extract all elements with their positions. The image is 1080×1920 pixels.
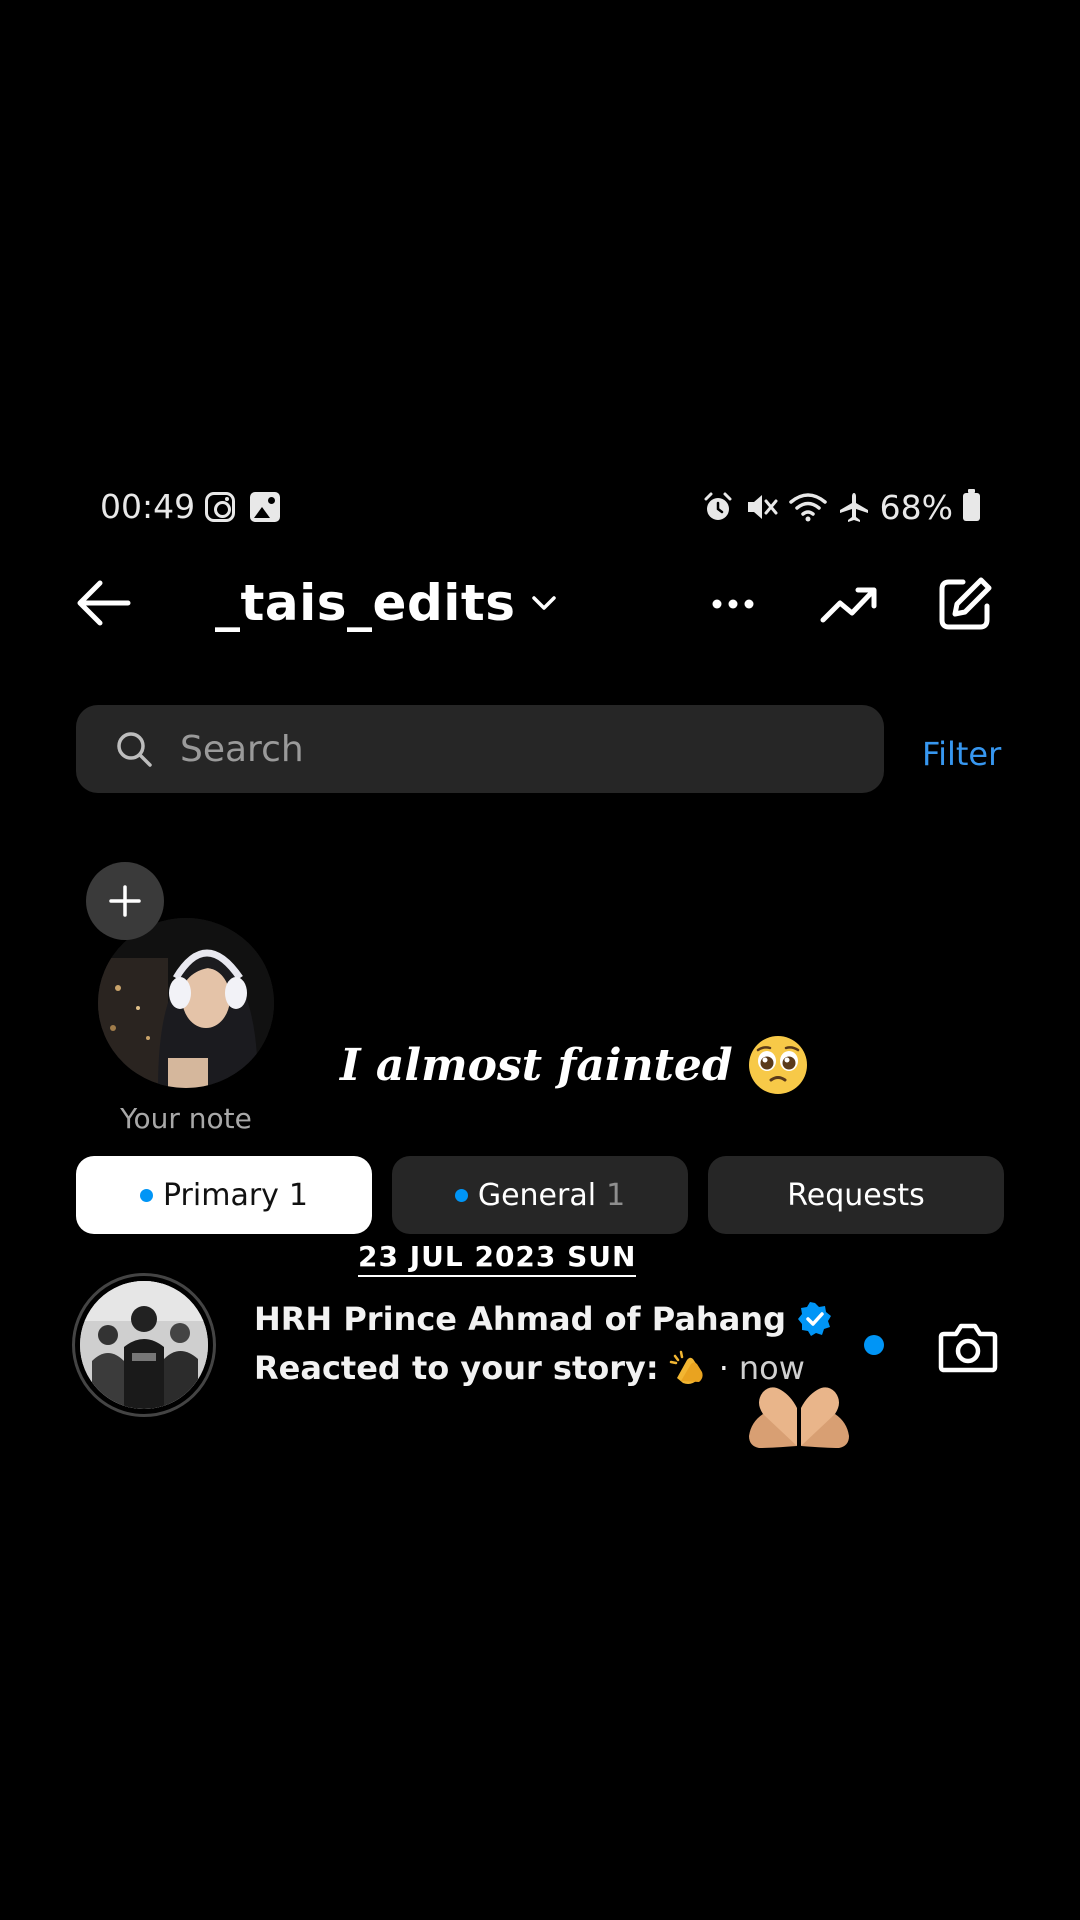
search-icon [117, 732, 152, 767]
status-time: 00:49 [100, 487, 196, 526]
add-note-button[interactable] [86, 862, 164, 940]
caption-text: I almost fainted [340, 1039, 733, 1091]
unread-indicator [864, 1335, 884, 1355]
chevron-down-icon [531, 596, 556, 610]
note-avatar[interactable] [98, 918, 274, 1088]
separator: · [718, 1349, 729, 1387]
camera-icon[interactable] [938, 1320, 998, 1374]
note-label: Your note [120, 1102, 252, 1135]
unread-dot [454, 1188, 468, 1202]
avatar-image [80, 1281, 208, 1409]
tab-label: Requests [787, 1177, 925, 1213]
heart-hands-emoji [749, 1387, 849, 1448]
verified-badge-icon [797, 1302, 831, 1336]
compose-icon [939, 577, 992, 630]
instagram-icon [205, 492, 235, 522]
avatar [72, 1273, 216, 1417]
alarm-icon [704, 492, 732, 520]
back-arrow-icon[interactable] [74, 578, 132, 628]
search-bar[interactable] [76, 705, 884, 793]
gallery-icon [250, 492, 280, 522]
page-title: _tais_edits [215, 574, 516, 632]
account-switcher[interactable]: _tais_edits [215, 568, 558, 638]
tab-count: 1 [606, 1177, 626, 1213]
overlay-caption: I almost fainted [340, 1030, 809, 1100]
tab-general[interactable]: General 1 [392, 1156, 688, 1234]
avatar-image [98, 918, 274, 1088]
tab-requests[interactable]: Requests [708, 1156, 1004, 1234]
tab-label: General [477, 1177, 597, 1213]
airplane-icon [839, 493, 868, 522]
message-preview: Reacted to your story: [254, 1349, 659, 1387]
more-button[interactable] [704, 575, 762, 633]
battery-percent: 68% [879, 487, 953, 527]
plus-icon [109, 885, 141, 917]
battery-icon [963, 489, 980, 521]
clapping-hands-emoji [669, 1350, 703, 1384]
conversation-row[interactable]: HRH Prince Ahmad of Pahang Reacted to yo… [72, 1270, 1012, 1418]
mute-icon [747, 495, 778, 519]
pleading-face-emoji [748, 1036, 807, 1094]
unread-dot [139, 1188, 153, 1202]
compose-button[interactable] [936, 575, 994, 633]
status-right-group: 68% [702, 485, 980, 529]
trending-button[interactable] [820, 575, 878, 633]
search-input[interactable] [180, 728, 780, 770]
more-icon [712, 599, 754, 609]
status-bar: 00:49 68% [100, 485, 980, 529]
conversation-name-line: HRH Prince Ahmad of Pahang [254, 1300, 832, 1338]
tab-count: 1 [288, 1177, 309, 1213]
wifi-icon [788, 493, 827, 522]
contact-name: HRH Prince Ahmad of Pahang [254, 1300, 786, 1338]
conversation-preview: Reacted to your story: · now [254, 1348, 805, 1388]
filter-link[interactable]: Filter [922, 735, 1001, 773]
trending-icon [820, 587, 877, 623]
tab-label: Primary [162, 1177, 279, 1213]
tab-primary[interactable]: Primary 1 [76, 1156, 372, 1234]
